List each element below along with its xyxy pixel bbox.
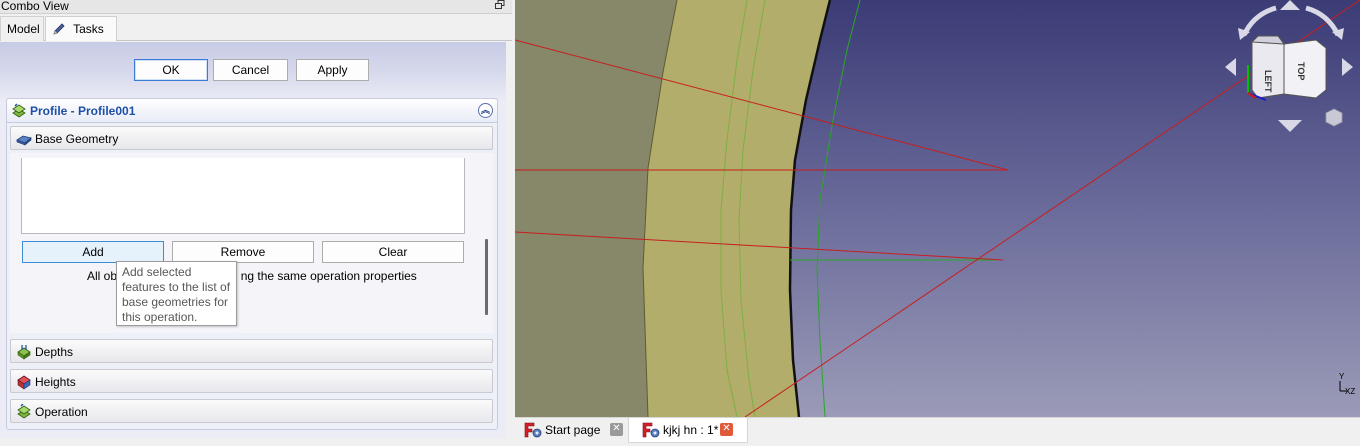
heights-title: Heights [35, 375, 76, 389]
axis-xz-label: XZ [1345, 387, 1356, 396]
base-geometry-icon [16, 131, 32, 147]
tab-tasks[interactable]: Tasks [45, 16, 117, 41]
note-text-right: ng the same operation properties [240, 269, 417, 283]
tab-model[interactable]: Model [0, 16, 44, 41]
doc-tab-document[interactable]: kjkj hn : 1* ✕ [628, 418, 748, 443]
note-text-left: All obj [87, 269, 120, 283]
profile-header: Profile - Profile001 ︽ [7, 99, 497, 123]
base-geometry-content: Add Remove Clear All obj ng the same oper… [10, 153, 493, 333]
view-menu-icon [1325, 108, 1343, 127]
heights-section-header[interactable]: Heights [10, 369, 493, 393]
base-geometry-list[interactable] [21, 158, 465, 234]
combo-view-titlebar: Combo View [0, 0, 512, 14]
profile-operation-icon [11, 103, 27, 119]
tab-model-label: Model [7, 22, 40, 36]
cube-top-label: TOP [1296, 62, 1306, 80]
base-geometry-title: Base Geometry [35, 132, 119, 146]
operation-title: Operation [35, 405, 88, 419]
base-geometry-section-header[interactable]: Base Geometry [10, 126, 493, 150]
clear-button[interactable]: Clear [322, 241, 464, 263]
operation-icon [16, 403, 32, 420]
undock-icon[interactable] [494, 0, 506, 12]
cube-left-label: LEFT [1263, 70, 1273, 93]
profile-title: Profile - Profile001 [30, 104, 136, 118]
rotate-left-arrow-icon [1241, 5, 1277, 37]
depths-section-header[interactable]: Depths [10, 339, 493, 363]
freecad-icon [524, 422, 542, 438]
rotate-right-arrow-icon [1305, 5, 1341, 37]
combo-view: Combo View Model Tasks OK Cancel Apply P… [0, 0, 512, 446]
apply-button[interactable]: Apply [296, 59, 369, 81]
axis-y-label: Y [1339, 372, 1345, 381]
axis-indicator: Y XZ [1335, 372, 1355, 398]
add-button[interactable]: Add [22, 241, 164, 263]
close-icon[interactable]: ✕ [610, 423, 623, 436]
base-geometry-scrollbar[interactable] [483, 153, 493, 333]
depths-title: Depths [35, 345, 74, 359]
collapse-up-icon[interactable]: ︽ [478, 103, 493, 118]
close-icon[interactable]: ✕ [720, 423, 733, 436]
navigation-cube-graphic: LEFT TOP [1225, 0, 1353, 132]
pan-right-arrow-icon [1342, 58, 1353, 76]
doc-tab-start-label: Start page [545, 423, 601, 437]
scrollbar-thumb[interactable] [485, 239, 488, 315]
operation-section-header[interactable]: Operation [10, 399, 493, 423]
task-panel-scrollbar[interactable] [506, 42, 512, 438]
combo-tabbar: Model Tasks [0, 15, 512, 41]
freecad-icon [642, 422, 660, 438]
depths-icon [16, 344, 32, 360]
3d-viewport[interactable]: LEFT TOP Y XZ [515, 0, 1360, 417]
combo-view-title: Combo View [1, 0, 69, 13]
cancel-button[interactable]: Cancel [213, 59, 288, 81]
pan-left-arrow-icon [1225, 58, 1236, 76]
add-button-tooltip: Add selected features to the list of bas… [116, 261, 237, 326]
pan-down-arrow-icon [1278, 120, 1302, 132]
tab-tasks-label: Tasks [73, 22, 104, 36]
pan-up-arrow-icon [1280, 0, 1300, 10]
view-menu-arrow-icon [1310, 114, 1318, 124]
document-tabbar: Start page ✕ kjkj hn : 1* ✕ [515, 417, 1360, 446]
remove-button[interactable]: Remove [172, 241, 314, 263]
heights-icon [16, 374, 32, 390]
navigation-cube[interactable]: LEFT TOP [1218, 0, 1360, 135]
pencil-icon [52, 20, 66, 35]
toolpath-line-3 [816, 0, 861, 417]
doc-tab-start-page[interactable]: Start page ✕ [524, 418, 624, 443]
doc-tab-document-label: kjkj hn : 1* [663, 423, 719, 437]
ok-button[interactable]: OK [134, 59, 208, 81]
